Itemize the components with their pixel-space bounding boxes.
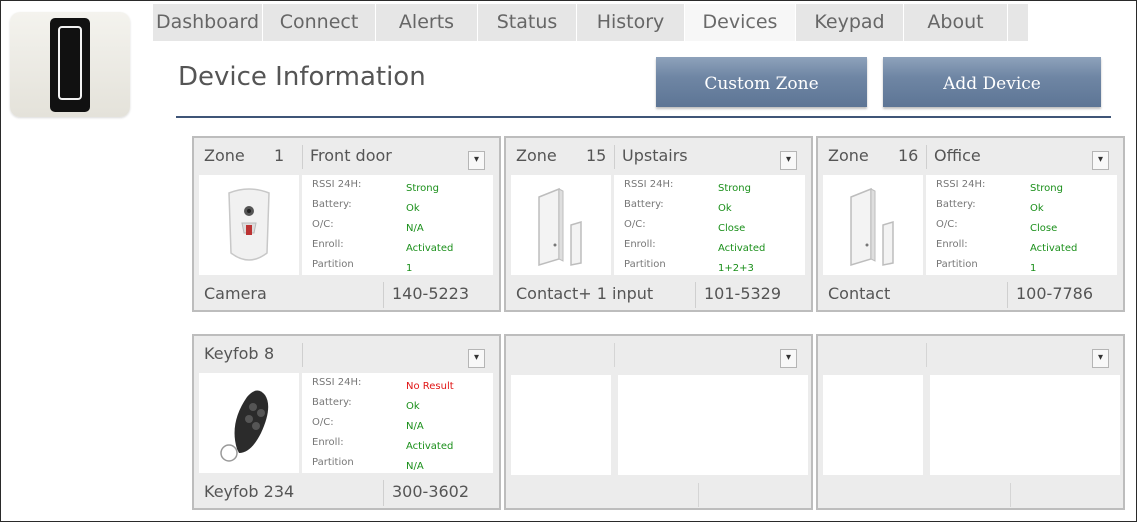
enroll-value: Activated [1030, 243, 1078, 254]
chevron-down-icon[interactable]: ▾ [468, 151, 485, 170]
device-number: 15 [586, 146, 607, 165]
rssi-label: RSSI 24H: [312, 377, 362, 388]
enroll-value: Activated [718, 243, 766, 254]
battery-label: Battery: [312, 397, 352, 408]
tab-about[interactable]: About [904, 4, 1008, 41]
device-card-zone-15[interactable]: Zone 15 Upstairs ▾ RSSI 24H: Strong Batt… [504, 136, 813, 312]
enroll-label: Enroll: [624, 239, 656, 250]
page-title: Device Information [178, 62, 426, 92]
empty-device-slot[interactable]: ▾ [816, 334, 1125, 510]
battery-value: Ok [1030, 203, 1044, 214]
oc-label: O/C: [312, 219, 334, 230]
chevron-down-icon[interactable]: ▾ [780, 151, 797, 170]
oc-label: O/C: [936, 219, 958, 230]
device-status-panel: RSSI 24H: Strong Battery: Ok O/C: N/A En… [302, 175, 493, 275]
device-code: 140-5223 [392, 284, 470, 303]
product-logo [10, 12, 130, 117]
device-label: Zone [516, 146, 557, 165]
tab-keypad[interactable]: Keypad [796, 4, 904, 41]
rssi-value: Strong [718, 183, 751, 194]
device-card-keyfob-8[interactable]: Keyfob 8 ▾ RSSI 24H: No Result Battery: … [192, 334, 501, 510]
rssi-label: RSSI 24H: [936, 179, 986, 190]
oc-label: O/C: [312, 417, 334, 428]
device-status-panel: RSSI 24H: Strong Battery: Ok O/C: Close … [926, 175, 1117, 275]
title-divider [176, 116, 1111, 118]
chevron-down-icon[interactable]: ▾ [1092, 349, 1109, 368]
tab-alerts[interactable]: Alerts [376, 4, 478, 41]
device-label: Keyfob [204, 344, 259, 363]
chevron-down-icon[interactable]: ▾ [780, 349, 797, 368]
rssi-label: RSSI 24H: [624, 179, 674, 190]
oc-value: N/A [406, 421, 424, 432]
device-number: 16 [898, 146, 919, 165]
rssi-label: RSSI 24H: [312, 179, 362, 190]
battery-label: Battery: [936, 199, 976, 210]
empty-info-area [930, 375, 1120, 475]
keypad-device-icon [50, 18, 90, 112]
oc-label: O/C: [624, 219, 646, 230]
chevron-down-icon[interactable]: ▾ [468, 349, 485, 368]
partition-value: 1 [406, 263, 413, 274]
device-card-zone-16[interactable]: Zone 16 Office ▾ RSSI 24H: Strong Batter… [816, 136, 1125, 312]
empty-device-slot[interactable]: ▾ [504, 334, 813, 510]
partition-label: Partition [936, 259, 978, 270]
battery-label: Battery: [624, 199, 664, 210]
enroll-value: Activated [406, 441, 454, 452]
device-card-zone-1[interactable]: Zone 1 Front door ▾ RSSI 24H: Strong Bat… [192, 136, 501, 312]
rssi-value: No Result [406, 381, 454, 392]
main-nav-tabs: Dashboard Connect Alerts Status History … [153, 4, 1028, 41]
device-code: 100-7786 [1016, 284, 1094, 303]
empty-image-area [511, 375, 611, 475]
device-name: Office [934, 146, 981, 165]
device-code: 300-3602 [392, 482, 470, 501]
door-contact-icon [823, 175, 923, 275]
add-device-button[interactable]: Add Device [883, 57, 1101, 107]
battery-value: Ok [406, 401, 420, 412]
tab-history[interactable]: History [577, 4, 685, 41]
device-code: 101-5329 [704, 284, 782, 303]
partition-label: Partition [624, 259, 666, 270]
oc-value: Close [1030, 223, 1058, 234]
device-name: Upstairs [622, 146, 688, 165]
partition-value: 1+2+3 [718, 263, 754, 274]
battery-value: Ok [718, 203, 732, 214]
battery-value: Ok [406, 203, 420, 214]
tab-connect[interactable]: Connect [263, 4, 376, 41]
partition-value: N/A [406, 461, 424, 472]
device-label: Zone [204, 146, 245, 165]
rssi-value: Strong [406, 183, 439, 194]
device-label: Zone [828, 146, 869, 165]
device-type: Camera [204, 284, 267, 303]
enroll-label: Enroll: [936, 239, 968, 250]
oc-value: N/A [406, 223, 424, 234]
custom-zone-button[interactable]: Custom Zone [656, 57, 867, 107]
keyfob-icon [199, 373, 299, 473]
empty-image-area [823, 375, 923, 475]
enroll-label: Enroll: [312, 437, 344, 448]
device-type: Keyfob 234 [204, 482, 295, 501]
partition-label: Partition [312, 259, 354, 270]
tab-devices[interactable]: Devices [685, 4, 796, 41]
device-type: Contact [828, 284, 891, 303]
device-name: Front door [310, 146, 392, 165]
enroll-value: Activated [406, 243, 454, 254]
device-number: 8 [264, 344, 275, 363]
rssi-value: Strong [1030, 183, 1063, 194]
door-contact-icon [511, 175, 611, 275]
device-status-panel: RSSI 24H: No Result Battery: Ok O/C: N/A… [302, 373, 493, 473]
battery-label: Battery: [312, 199, 352, 210]
chevron-down-icon[interactable]: ▾ [1092, 151, 1109, 170]
motion-camera-icon [199, 175, 299, 275]
device-number: 1 [274, 146, 285, 165]
device-type: Contact+ 1 input [516, 284, 654, 303]
device-status-panel: RSSI 24H: Strong Battery: Ok O/C: Close … [614, 175, 805, 275]
enroll-label: Enroll: [312, 239, 344, 250]
partition-label: Partition [312, 457, 354, 468]
tab-dashboard[interactable]: Dashboard [153, 4, 263, 41]
tab-status[interactable]: Status [478, 4, 577, 41]
empty-info-area [618, 375, 808, 475]
partition-value: 1 [1030, 263, 1037, 274]
oc-value: Close [718, 223, 746, 234]
